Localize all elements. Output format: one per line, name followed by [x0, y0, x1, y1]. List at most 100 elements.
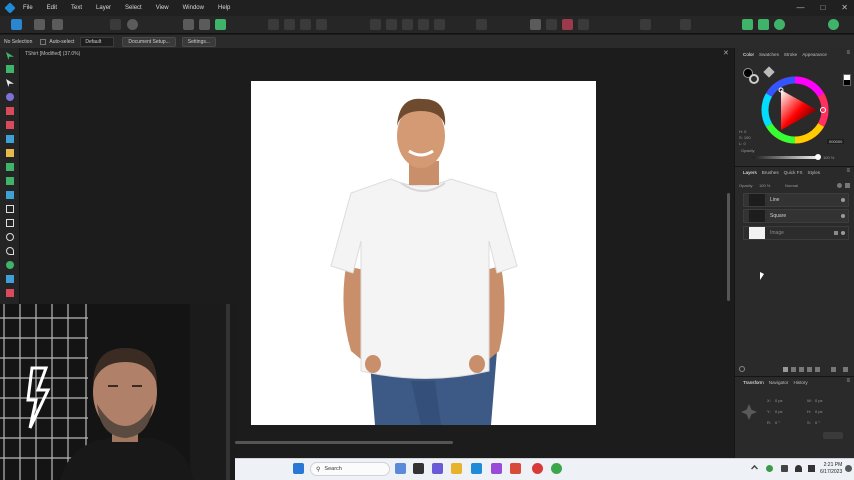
crop-tool-icon[interactable] [6, 205, 14, 213]
export-persona-icon[interactable] [52, 19, 63, 30]
close-icon[interactable]: ✕ [841, 3, 848, 12]
add-layer-icon[interactable] [831, 367, 836, 372]
document-tab[interactable]: TShirt [Modified] (37.0%) [20, 49, 727, 59]
rotation-field[interactable]: 0 ° [775, 420, 780, 425]
anchor-point-icon[interactable] [741, 404, 757, 420]
stroke-swatch[interactable] [749, 74, 759, 84]
add-group-icon[interactable] [815, 367, 820, 372]
layer-opacity-value[interactable]: 100 % [759, 183, 770, 188]
geometry-icon[interactable] [578, 19, 589, 30]
color-mode-icon[interactable] [843, 74, 851, 86]
layers-panel-menu-icon[interactable]: ≡ [846, 168, 850, 174]
tab-navigator[interactable]: Navigator [769, 380, 789, 385]
transform-options-button[interactable] [823, 432, 843, 439]
layer-row-line[interactable]: Line [743, 193, 849, 207]
layer-lock-icon[interactable] [845, 183, 850, 188]
h-field[interactable]: 0 px [815, 409, 823, 414]
taskbar-search-box[interactable]: ⚲ Search [310, 462, 390, 476]
visibility-icon[interactable] [841, 214, 845, 218]
pen-tool-icon[interactable] [6, 135, 14, 143]
settings-gear-icon[interactable] [127, 19, 138, 30]
tab-transform[interactable]: Transform [743, 380, 764, 385]
pencil-tool-icon[interactable] [6, 149, 14, 157]
visibility-icon[interactable] [841, 198, 845, 202]
visibility-icon[interactable] [841, 231, 845, 235]
mode-dropdown[interactable]: Default [80, 36, 115, 47]
opacity-slider[interactable] [753, 156, 817, 159]
lock-icon[interactable] [834, 231, 838, 235]
tab-layers[interactable]: Layers [743, 170, 757, 175]
user-account-icon[interactable] [828, 19, 839, 30]
align-right-icon[interactable] [402, 19, 413, 30]
pages-icon[interactable] [680, 19, 691, 30]
pixel-persona-icon[interactable] [34, 19, 45, 30]
color-picker-icon[interactable] [562, 19, 573, 30]
notification-icon[interactable] [845, 465, 852, 472]
arrange-back-icon[interactable] [284, 19, 295, 30]
boolean-icon[interactable] [546, 19, 557, 30]
blend-mode-dropdown[interactable]: Normal [785, 183, 798, 188]
tab-brushes[interactable]: Brushes [762, 170, 779, 175]
toolbar-grid-icon[interactable] [110, 19, 121, 30]
crop-icon[interactable] [530, 19, 541, 30]
start-menu-icon[interactable] [293, 463, 304, 474]
add-mask-icon[interactable] [791, 367, 796, 372]
align-left-icon[interactable] [370, 19, 381, 30]
custom-shape-tool-icon[interactable] [6, 247, 14, 255]
auto-select-checkbox[interactable] [40, 38, 47, 45]
tab-appearance[interactable]: Appearance [802, 52, 827, 57]
widgets-icon[interactable] [395, 463, 406, 474]
snapping-toggle-icon[interactable] [215, 19, 226, 30]
preferences-icon[interactable] [774, 19, 785, 30]
layer-row-square[interactable]: Square [743, 209, 849, 223]
color-picker-tool-icon[interactable] [6, 289, 14, 297]
add-adjustment-icon[interactable] [799, 367, 804, 372]
align-top-icon[interactable] [418, 19, 429, 30]
layer-settings-gear-icon[interactable] [837, 183, 842, 188]
snap-options-icon[interactable] [199, 19, 210, 30]
menu-text[interactable]: Text [71, 5, 82, 11]
w-field[interactable]: 0 px [815, 398, 823, 403]
fill-tool-icon[interactable] [6, 107, 14, 115]
insert-icon[interactable] [640, 19, 651, 30]
opacity-slider-handle[interactable] [815, 154, 821, 160]
menu-layer[interactable]: Layer [96, 5, 111, 11]
arrange-front-icon[interactable] [316, 19, 327, 30]
volume-icon[interactable] [808, 465, 815, 472]
rectangle-tool-icon[interactable] [6, 219, 14, 227]
teams-chat-icon[interactable] [432, 463, 443, 474]
tab-stroke[interactable]: Stroke [784, 52, 797, 57]
transform-panel-menu-icon[interactable]: ≡ [846, 378, 850, 384]
minimize-icon[interactable]: — [796, 3, 804, 12]
taskbar-clock[interactable]: 2:21 PM 6/17/2023 [820, 462, 842, 476]
file-explorer-icon[interactable] [451, 463, 462, 474]
document-setup-button[interactable]: Document Setup... [122, 36, 176, 47]
align-center-icon[interactable] [386, 19, 397, 30]
donut-tool-icon[interactable] [6, 261, 14, 269]
assistant-options-icon[interactable] [758, 19, 769, 30]
snap-icon[interactable] [183, 19, 194, 30]
layer-footer-icon[interactable] [739, 366, 745, 372]
menu-file[interactable]: File [23, 5, 33, 11]
menu-view[interactable]: View [156, 5, 169, 11]
assistant-icon[interactable] [742, 19, 753, 30]
add-fx-icon[interactable] [807, 367, 812, 372]
wifi-icon[interactable] [795, 465, 802, 472]
ellipse-tool-icon[interactable] [6, 233, 14, 241]
tab-quick-fx[interactable]: Quick FX [784, 170, 803, 175]
horizontal-scrollbar[interactable] [235, 441, 453, 444]
affinity-publisher-taskbar-icon[interactable] [510, 463, 521, 474]
shear-field[interactable]: 0 ° [815, 420, 820, 425]
settings-button[interactable]: Settings... [181, 36, 217, 47]
affinity-photo-taskbar-icon[interactable] [491, 463, 502, 474]
maximize-icon[interactable]: □ [820, 3, 825, 12]
affinity-designer-taskbar-icon[interactable] [471, 463, 482, 474]
transparency-tool-icon[interactable] [6, 121, 14, 129]
arrange-forward-icon[interactable] [300, 19, 311, 30]
align-middle-icon[interactable] [434, 19, 445, 30]
artboard-tool-icon[interactable] [6, 65, 14, 73]
shape-builder-tool-icon[interactable] [6, 93, 14, 101]
tab-history[interactable]: History [793, 380, 807, 385]
hex-input[interactable]: 000000 [827, 139, 845, 144]
transform-icon[interactable] [476, 19, 487, 30]
